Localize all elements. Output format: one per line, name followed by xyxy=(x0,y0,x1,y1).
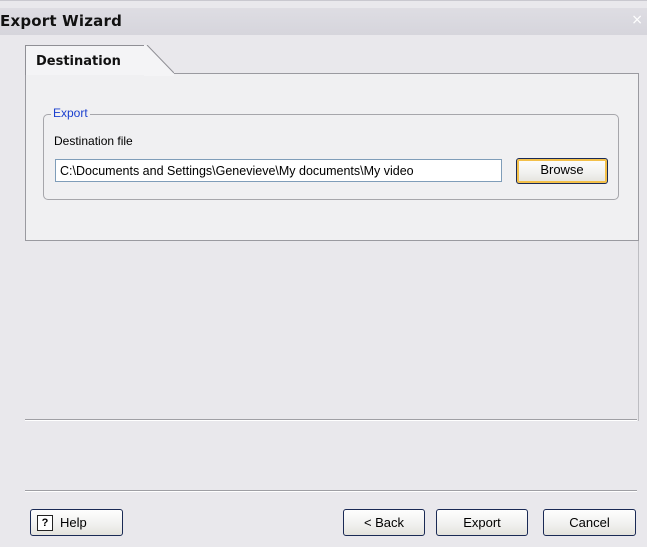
help-button[interactable]: ? Help xyxy=(30,509,123,536)
question-icon: ? xyxy=(37,514,53,531)
export-wizard-window: Export Wizard × Destination Export Desti… xyxy=(0,0,647,547)
tab-destination[interactable]: Destination xyxy=(25,45,147,75)
window-title: Export Wizard xyxy=(0,12,123,30)
export-groupbox xyxy=(43,114,619,200)
title-bar: Export Wizard × xyxy=(0,8,647,35)
content-area xyxy=(25,241,639,421)
tab-edge xyxy=(144,45,174,76)
export-button[interactable]: Export xyxy=(436,509,528,536)
destination-file-input[interactable] xyxy=(55,159,502,182)
export-group-legend: Export xyxy=(51,106,90,120)
footer-divider-highlight xyxy=(25,491,637,492)
cancel-button[interactable]: Cancel xyxy=(543,509,636,536)
help-button-label: Help xyxy=(60,515,87,530)
back-button[interactable]: < Back xyxy=(343,509,425,536)
divider-highlight xyxy=(25,420,637,421)
destination-file-label: Destination file xyxy=(54,134,133,148)
browse-button[interactable]: Browse xyxy=(516,158,608,184)
close-icon[interactable]: × xyxy=(631,13,643,27)
tab-destination-label: Destination xyxy=(36,54,121,69)
